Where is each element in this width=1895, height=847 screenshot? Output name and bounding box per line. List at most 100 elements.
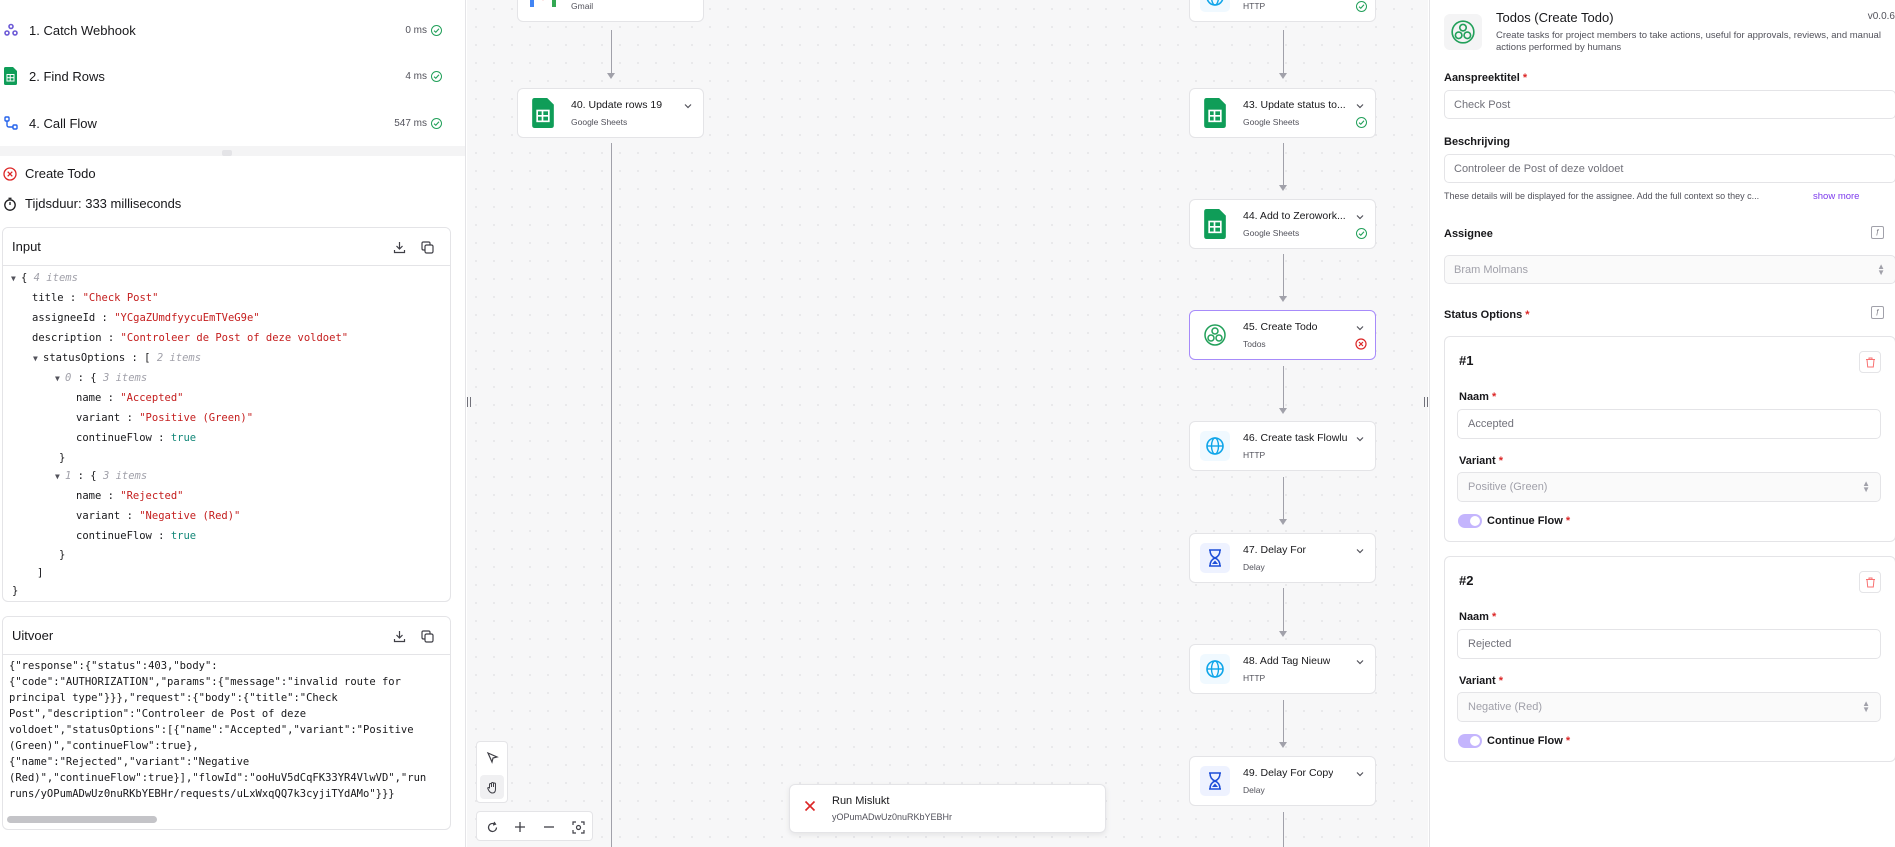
flow-node-gmail[interactable]: Gmail	[517, 0, 704, 22]
title-input[interactable]: Check Post	[1444, 90, 1895, 119]
delete-trash-icon[interactable]	[1859, 571, 1881, 593]
json-line: continueFlow : true	[76, 530, 197, 542]
json-line: name : "Accepted"	[76, 392, 184, 404]
status-option-card: #1 Naam * Accepted Variant * Positive (G…	[1444, 336, 1895, 542]
failed-step-title: Create Todo	[25, 166, 96, 181]
option-name-input[interactable]: Rejected	[1457, 629, 1881, 659]
close-x-icon	[804, 800, 816, 812]
fit-view-icon[interactable]	[566, 815, 590, 839]
run-step-label: 4. Call Flow	[29, 115, 97, 131]
dynamic-value-toggle-icon[interactable]: ƒ	[1871, 306, 1884, 319]
zoom-out-icon[interactable]	[537, 815, 561, 839]
run-step-catch-webhook[interactable]: 1. Catch Webhook 0 ms	[0, 10, 460, 50]
zoom-in-icon[interactable]	[508, 815, 532, 839]
hand-tool-icon[interactable]	[480, 775, 504, 799]
node-subtitle: Google Sheets	[571, 117, 628, 127]
run-step-duration: 4 ms	[405, 70, 427, 82]
flow-node-update-status[interactable]: 43. Update status to... Google Sheets	[1189, 88, 1376, 138]
json-line: name : "Rejected"	[76, 490, 184, 502]
flow-node-http[interactable]: HTTP	[1189, 0, 1376, 22]
chevron-down-icon[interactable]	[1356, 324, 1364, 332]
option-variant-label: Variant *	[1459, 675, 1504, 687]
success-check-icon	[1356, 117, 1367, 128]
run-failed-toast[interactable]: Run Mislukt yOPumADwUz0nuRKbYEBHr	[789, 784, 1106, 833]
pointer-tool-icon[interactable]	[480, 745, 504, 769]
json-line: ]	[37, 567, 44, 579]
google-sheets-icon	[1200, 209, 1230, 239]
show-more-link[interactable]: show more	[1813, 191, 1859, 202]
json-line[interactable]: ▼{ 4 items	[11, 271, 78, 286]
flow-node-update-rows[interactable]: 40. Update rows 19 Google Sheets	[517, 88, 704, 138]
flow-canvas[interactable]: Gmail 40. Update rows 19 Google Sheets H…	[467, 0, 1428, 847]
run-step-find-rows[interactable]: 2. Find Rows 4 ms	[0, 56, 460, 96]
success-check-icon	[1356, 228, 1367, 239]
continue-flow-toggle[interactable]	[1458, 514, 1482, 528]
run-step-duration: 547 ms	[394, 117, 427, 129]
dynamic-value-toggle-icon[interactable]: ƒ	[1871, 226, 1884, 239]
node-title: 48. Add Tag Nieuw	[1243, 655, 1331, 667]
flow-node-add-tag-nieuw[interactable]: 48. Add Tag Nieuw HTTP	[1189, 644, 1376, 694]
download-icon[interactable]	[392, 240, 406, 254]
chevron-down-icon[interactable]	[1356, 213, 1364, 221]
json-line: }	[59, 452, 66, 464]
json-line[interactable]: ▼ 0 : { 3 items	[55, 371, 147, 386]
reset-view-icon[interactable]	[480, 815, 504, 839]
panel-resize-bar[interactable]	[0, 146, 465, 156]
option-variant-select[interactable]: Negative (Red) ▲ ▼	[1457, 692, 1881, 722]
option-name-input[interactable]: Accepted	[1457, 409, 1881, 439]
description-input[interactable]: Controleer de Post of deze voldoet	[1444, 154, 1895, 183]
success-check-icon	[431, 70, 442, 82]
input-json-tree: ▼{ 4 items title : "Check Post" assignee…	[3, 266, 450, 597]
flow-node-delay-for-copy[interactable]: 49. Delay For Copy Delay	[1189, 756, 1376, 806]
field-label-title: Aanspreektitel *	[1444, 72, 1528, 84]
flow-node-delay-for[interactable]: 47. Delay For Delay	[1189, 533, 1376, 583]
failed-step-header: Create Todo	[3, 166, 96, 181]
chevron-down-icon[interactable]	[1356, 658, 1364, 666]
delete-trash-icon[interactable]	[1859, 351, 1881, 373]
chevron-down-icon[interactable]	[684, 102, 692, 110]
chevron-down-icon[interactable]	[1356, 770, 1364, 778]
run-step-call-flow[interactable]: 4. Call Flow 547 ms	[0, 103, 460, 143]
todos-icon	[1444, 14, 1482, 50]
duration-text: Tijdsduur: 333 milliseconds	[25, 196, 182, 211]
left-split-handle[interactable]	[467, 397, 471, 407]
node-subtitle: HTTP	[1243, 1, 1266, 11]
flow-node-create-task-flowlu[interactable]: 46. Create task Flowlu HTTP	[1189, 421, 1376, 471]
description-help: These details will be displayed for the …	[1444, 191, 1760, 201]
gmail-icon	[528, 0, 558, 12]
assignee-select[interactable]: Bram Molmans ▲ ▼	[1444, 255, 1895, 284]
chevron-down-icon[interactable]	[1356, 102, 1364, 110]
copy-icon[interactable]	[420, 240, 434, 254]
right-split-handle[interactable]	[1424, 397, 1428, 407]
option-variant-select[interactable]: Positive (Green) ▲ ▼	[1457, 472, 1881, 502]
json-line[interactable]: ▼ 1 : { 3 items	[55, 469, 147, 484]
chevron-down-icon[interactable]	[1356, 435, 1364, 443]
flow-node-add-to-zerowork[interactable]: 44. Add to Zerowork... Google Sheets	[1189, 199, 1376, 249]
toast-run-id: yOPumADwUz0nuRKbYEBHr	[832, 812, 953, 822]
json-line: }	[12, 585, 19, 597]
flow-node-create-todo[interactable]: 45. Create Todo Todos	[1189, 310, 1376, 360]
hourglass-icon	[1200, 543, 1230, 573]
toast-title: Run Mislukt	[832, 795, 890, 807]
webhook-icon	[3, 21, 18, 39]
node-title: 43. Update status to...	[1243, 99, 1346, 111]
field-label-description: Beschrijving	[1444, 136, 1511, 148]
node-subtitle: Delay	[1243, 785, 1265, 795]
json-line: assigneeId : "YCgaZUmdfyycuEmTVeG9e"	[32, 312, 260, 324]
copy-icon[interactable]	[420, 629, 434, 643]
canvas-zoom-toolbar	[476, 811, 593, 841]
option-name-label: Naam *	[1459, 611, 1497, 623]
step-settings-panel: Todos (Create Todo) v0.0.6 Create tasks …	[1429, 0, 1895, 847]
resize-handle-icon[interactable]	[222, 150, 232, 156]
node-subtitle: HTTP	[1243, 450, 1266, 460]
chevron-down-icon[interactable]	[1356, 547, 1364, 555]
json-line[interactable]: ▼ statusOptions : [ 2 items	[33, 351, 201, 366]
option-name-label: Naam *	[1459, 391, 1497, 403]
continue-flow-toggle[interactable]	[1458, 734, 1482, 748]
horizontal-scrollbar[interactable]	[7, 816, 157, 823]
output-json-text[interactable]: {"response":{"status":403,"body": {"code…	[3, 655, 450, 815]
select-chevron-icon: ▲ ▼	[1862, 699, 1870, 714]
hourglass-icon	[1200, 766, 1230, 796]
stopwatch-icon	[4, 197, 16, 211]
download-icon[interactable]	[392, 629, 406, 643]
